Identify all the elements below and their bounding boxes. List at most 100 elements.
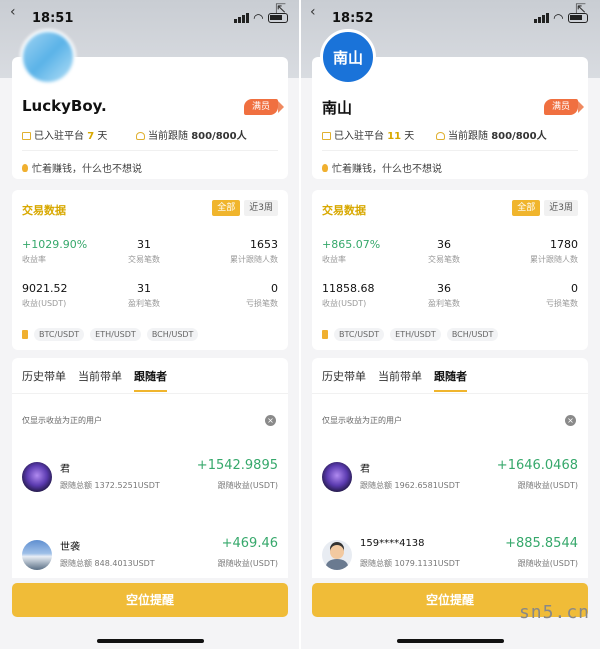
user-icon: [436, 132, 445, 140]
followers-prefix: 当前跟随: [148, 131, 188, 142]
followers-prefix: 当前跟随: [448, 131, 488, 142]
follower-amount: 跟随总额 848.4013USDT: [60, 559, 155, 568]
filter-recent-button[interactable]: 近3周: [544, 200, 578, 216]
home-indicator[interactable]: [97, 639, 204, 643]
avatar: [322, 540, 352, 570]
stats-row: 9021.52 收益(USDT) 31 盈利笔数 0 亏损笔数: [22, 282, 278, 316]
filter-recent-button[interactable]: 近3周: [244, 200, 278, 216]
list-item[interactable]: 君 跟随总额 1372.5251USDT +1542.9895 跟随收益(USD…: [22, 458, 278, 500]
stat-label: 盈利笔数: [128, 299, 160, 308]
avatar[interactable]: 南山: [320, 29, 376, 85]
status-icons: ◠: [533, 11, 588, 25]
back-icon[interactable]: ‹: [310, 4, 316, 20]
screenshot-composite: ‹ 18:51 ⇱ ◠ LuckyBoy. 满员 已入驻平台 7 天 当前跟随: [0, 0, 600, 649]
avatar: [322, 462, 352, 492]
status-time: 18:51: [32, 11, 74, 26]
stat-label: 亏损笔数: [546, 299, 578, 308]
stat-value: 0: [571, 282, 578, 295]
stat-value: 36: [437, 282, 451, 295]
pair-tag: BCH/USDT: [446, 328, 499, 341]
follower-profit-label: 跟随收益(USDT): [517, 559, 578, 568]
status-icons: ◠: [233, 11, 288, 25]
motto-text: 忙着赚钱，什么也不想说: [332, 164, 442, 175]
stat-profit: 9021.52 收益(USDT): [22, 282, 68, 309]
divider: [22, 150, 278, 151]
tab-bar: 历史带单 当前带单 跟随者: [322, 368, 467, 392]
stats-title: 交易数据: [322, 204, 366, 217]
stats-row: +1029.90% 收益率 31 交易笔数 1653 累计跟随人数: [22, 238, 278, 272]
stat-losses: 0 亏损笔数: [546, 282, 578, 309]
wifi-icon: ◠: [553, 11, 563, 25]
back-icon[interactable]: ‹: [10, 4, 16, 20]
stats-title: 交易数据: [22, 204, 66, 217]
username: 南山: [322, 99, 353, 117]
stats-filter: 全部 近3周: [512, 200, 578, 216]
followers-card: 历史带单 当前带单 跟随者 仅显示收益为正的用户 × 君 跟随总额 1962.6…: [312, 358, 588, 578]
vacancy-alert-button[interactable]: 空位提醒: [12, 583, 288, 617]
home-indicator[interactable]: [397, 639, 504, 643]
avatar: [22, 540, 52, 570]
tab-followers[interactable]: 跟随者: [134, 368, 167, 392]
divider: [12, 393, 288, 394]
stat-value: 31: [137, 282, 151, 295]
stat-label: 收益率: [322, 255, 346, 264]
stat-label: 累计跟随人数: [230, 255, 278, 264]
status-bar: ‹ 18:51 ⇱ ◠: [0, 2, 300, 28]
pair-tag: BTC/USDT: [34, 328, 85, 341]
followers-info: 当前跟随 800/800人: [436, 127, 547, 142]
stat-total-followers: 1780 累计跟随人数: [530, 238, 578, 265]
phone-screen-left: ‹ 18:51 ⇱ ◠ LuckyBoy. 满员 已入驻平台 7 天 当前跟随: [0, 0, 300, 649]
filter-note: 仅显示收益为正的用户: [22, 416, 102, 425]
trading-pairs: BTC/USDT ETH/USDT BCH/USDT: [22, 328, 199, 341]
avatar[interactable]: [20, 29, 76, 85]
joined-prefix: 已入驻平台: [334, 131, 384, 142]
tab-current[interactable]: 当前带单: [378, 368, 422, 392]
stat-value: +1029.90%: [22, 238, 88, 251]
followers-info: 当前跟随 800/800人: [136, 127, 247, 142]
divider: [312, 393, 588, 394]
joined-suffix: 天: [404, 131, 415, 142]
stat-value: 36: [437, 238, 451, 251]
wifi-icon: ◠: [253, 11, 263, 25]
close-icon[interactable]: ×: [565, 415, 576, 426]
follower-amount: 跟随总额 1372.5251USDT: [60, 481, 160, 490]
battery-icon: [568, 13, 588, 23]
motto: 忙着赚钱，什么也不想说: [22, 160, 142, 175]
tab-history[interactable]: 历史带单: [22, 368, 66, 392]
followers-count: 800/800人: [491, 131, 547, 142]
profile-card: LuckyBoy. 满员 已入驻平台 7 天 当前跟随 800/800人 忙着赚…: [12, 29, 288, 179]
coin-icon: [22, 330, 28, 339]
stat-value: 0: [271, 282, 278, 295]
stat-value: 31: [137, 238, 151, 251]
joined-suffix: 天: [97, 131, 108, 142]
list-item[interactable]: 159****4138 跟随总额 1079.1131USDT +885.8544…: [322, 536, 578, 578]
trading-stats-card: 交易数据 全部 近3周 +1029.90% 收益率 31 交易笔数 1653 累计跟随…: [12, 190, 288, 350]
calendar-icon: [22, 132, 31, 140]
follower-amount: 跟随总额 1079.1131USDT: [360, 559, 460, 568]
tab-history[interactable]: 历史带单: [322, 368, 366, 392]
filter-all-button[interactable]: 全部: [512, 200, 541, 216]
tab-followers[interactable]: 跟随者: [434, 368, 467, 392]
follower-amount: 跟随总额 1962.6581USDT: [360, 481, 460, 490]
user-icon: [136, 132, 145, 140]
username: LuckyBoy.: [22, 97, 107, 115]
stat-value: 1653: [250, 238, 278, 251]
filter-all-button[interactable]: 全部: [212, 200, 241, 216]
motto: 忙着赚钱，什么也不想说: [322, 160, 442, 175]
stats-row: 11858.68 收益(USDT) 36 盈利笔数 0 亏损笔数: [322, 282, 578, 316]
joined-days: 7: [87, 131, 95, 142]
avatar: [22, 462, 52, 492]
list-item[interactable]: 世袭 跟随总额 848.4013USDT +469.46 跟随收益(USDT): [22, 536, 278, 578]
tab-current[interactable]: 当前带单: [78, 368, 122, 392]
close-icon[interactable]: ×: [265, 415, 276, 426]
stat-value: 1780: [550, 238, 578, 251]
status-bar: ‹ 18:52 ⇱ ◠: [300, 2, 600, 28]
list-item[interactable]: 君 跟随总额 1962.6581USDT +1646.0468 跟随收益(USD…: [322, 458, 578, 500]
stat-value: 9021.52: [22, 282, 68, 295]
stat-trades: 36 交易笔数: [424, 238, 464, 265]
signal-icon: [533, 13, 549, 23]
watermark: sn5.cn: [518, 602, 590, 623]
calendar-icon: [322, 132, 331, 140]
tab-bar: 历史带单 当前带单 跟随者: [22, 368, 167, 392]
follower-name: 159****4138: [360, 538, 425, 549]
